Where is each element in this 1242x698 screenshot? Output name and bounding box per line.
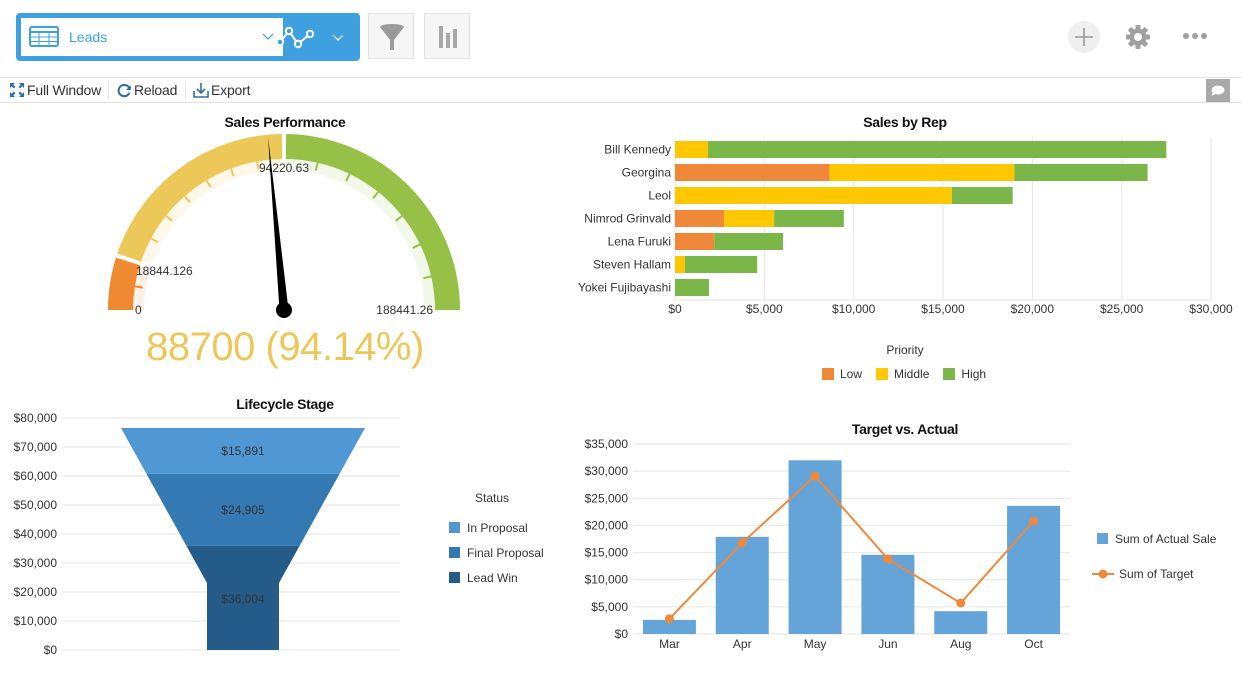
legend-swatch xyxy=(1092,569,1114,578)
y-tick-label: $20,000 xyxy=(585,518,629,532)
x-tick-label: Mar xyxy=(659,637,680,651)
y-tick-label: $35,000 xyxy=(585,437,629,451)
x-tick-label: May xyxy=(804,637,827,651)
legend-item[interactable]: Sum of Target xyxy=(1092,556,1216,591)
y-tick-label: $10,000 xyxy=(585,573,629,587)
actual-bar xyxy=(861,554,915,634)
legend-label: Sum of Actual Sale xyxy=(1115,531,1217,546)
target-point xyxy=(883,554,893,564)
y-tick-label: $5,000 xyxy=(591,600,628,614)
actual-bar xyxy=(715,536,769,634)
x-tick-label: Apr xyxy=(733,637,752,651)
target-point xyxy=(664,614,674,624)
x-tick-label: Oct xyxy=(1024,637,1043,651)
x-tick-label: Jun xyxy=(878,637,897,651)
target-vs-actual-chart: $0 $5,000 $10,000 $15,000 $20,000 $25,000 $30,… xyxy=(585,437,1070,651)
target-point xyxy=(1029,516,1039,526)
y-tick-label: $30,000 xyxy=(585,464,629,478)
target-point xyxy=(810,471,820,481)
x-tick-label: Aug xyxy=(950,637,971,651)
target-point xyxy=(737,538,747,548)
target-point xyxy=(956,598,966,608)
y-tick-label: $25,000 xyxy=(585,491,629,505)
legend-label: Sum of Target xyxy=(1119,566,1194,581)
actual-bar xyxy=(788,460,842,634)
legend-item[interactable]: Sum of Actual Sale xyxy=(1092,521,1216,556)
actual-bar xyxy=(934,611,988,634)
legend-swatch xyxy=(1097,533,1108,544)
y-tick-label: $15,000 xyxy=(585,546,629,560)
y-tick-label: $0 xyxy=(615,627,629,641)
target-actual-legend: Sum of Actual Sale Sum of Target xyxy=(1092,521,1216,591)
